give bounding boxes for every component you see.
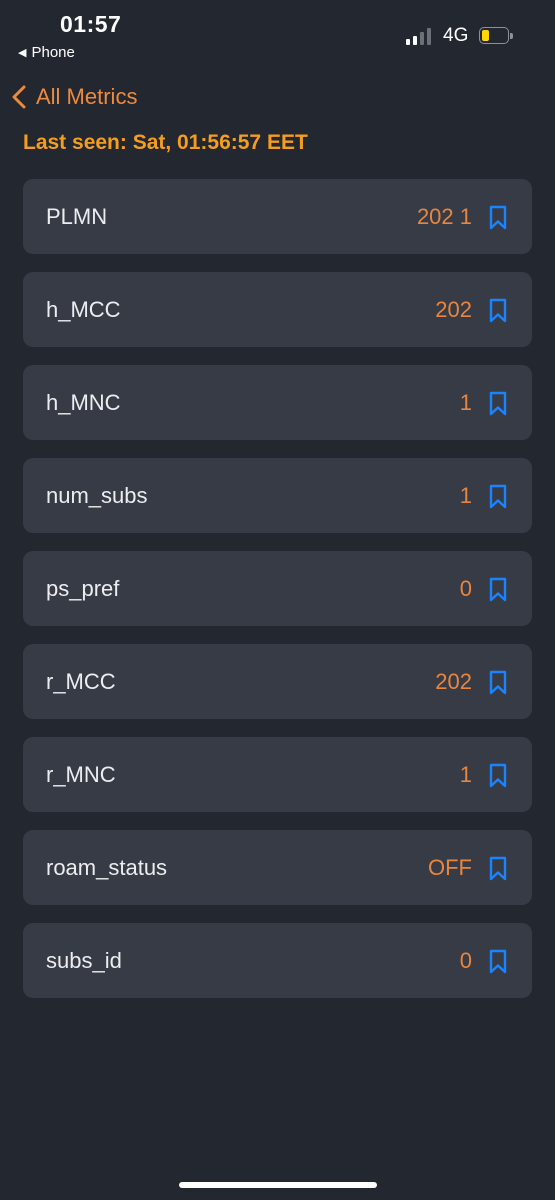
metric-row[interactable]: r_MNC 1 (23, 737, 532, 812)
metric-name: subs_id (46, 947, 122, 973)
metric-name: PLMN (46, 203, 108, 229)
home-indicator[interactable] (179, 1182, 377, 1188)
chevron-left-icon (12, 85, 26, 109)
battery-icon (479, 27, 513, 44)
network-type: 4G (443, 25, 469, 46)
status-bar: 01:57 ◀ Phone 4G (0, 0, 555, 70)
metric-name: h_MNC (46, 389, 121, 415)
metric-row[interactable]: num_subs 1 (23, 458, 532, 533)
last-seen-text: Last seen: Sat, 01:56:57 EET (23, 131, 308, 154)
metric-name: r_MCC (46, 668, 116, 694)
metric-name: roam_status (46, 854, 168, 880)
bookmark-icon[interactable] (489, 484, 507, 509)
metric-value: 0 (459, 947, 472, 973)
bookmark-icon[interactable] (489, 391, 507, 416)
metric-value: 202 (435, 296, 472, 322)
bookmark-icon[interactable] (489, 298, 507, 323)
back-app-label: Phone (31, 44, 75, 61)
back-to-app-link[interactable]: ◀ Phone (18, 44, 75, 61)
metric-value: 202 1 (416, 203, 472, 229)
metric-value: 0 (459, 575, 472, 601)
metric-value: 1 (459, 389, 472, 415)
bookmark-icon[interactable] (489, 856, 507, 881)
status-time: 01:57 (60, 11, 122, 37)
all-metrics-back-label: All Metrics (36, 84, 138, 109)
metric-row[interactable]: subs_id 0 (23, 923, 532, 998)
metric-name: num_subs (46, 482, 148, 508)
back-triangle-icon: ◀ (18, 47, 27, 59)
cellular-signal-icon (406, 27, 432, 45)
battery-level-fill (482, 30, 489, 41)
metric-value: 202 (435, 668, 472, 694)
bookmark-icon[interactable] (489, 577, 507, 602)
metric-name: ps_pref (46, 575, 120, 601)
metric-row[interactable]: roam_status OFF (23, 830, 532, 905)
bookmark-icon[interactable] (489, 763, 507, 788)
bookmark-icon[interactable] (489, 949, 507, 974)
metric-row[interactable]: h_MCC 202 (23, 272, 532, 347)
metrics-list: PLMN 202 1 h_MCC 202 h_MNC 1 num_subs 1 ps_pref 0… (23, 179, 532, 1016)
metric-name: h_MCC (46, 296, 121, 322)
bookmark-icon[interactable] (489, 670, 507, 695)
metric-name: r_MNC (46, 761, 116, 787)
metric-row[interactable]: r_MCC 202 (23, 644, 532, 719)
metric-row[interactable]: ps_pref 0 (23, 551, 532, 626)
metric-row[interactable]: PLMN 202 1 (23, 179, 532, 254)
bookmark-icon[interactable] (489, 205, 507, 230)
metric-row[interactable]: h_MNC 1 (23, 365, 532, 440)
all-metrics-back-button[interactable]: All Metrics (12, 84, 137, 110)
metric-value: 1 (459, 761, 472, 787)
metric-value: OFF (428, 854, 472, 880)
metric-value: 1 (459, 482, 472, 508)
